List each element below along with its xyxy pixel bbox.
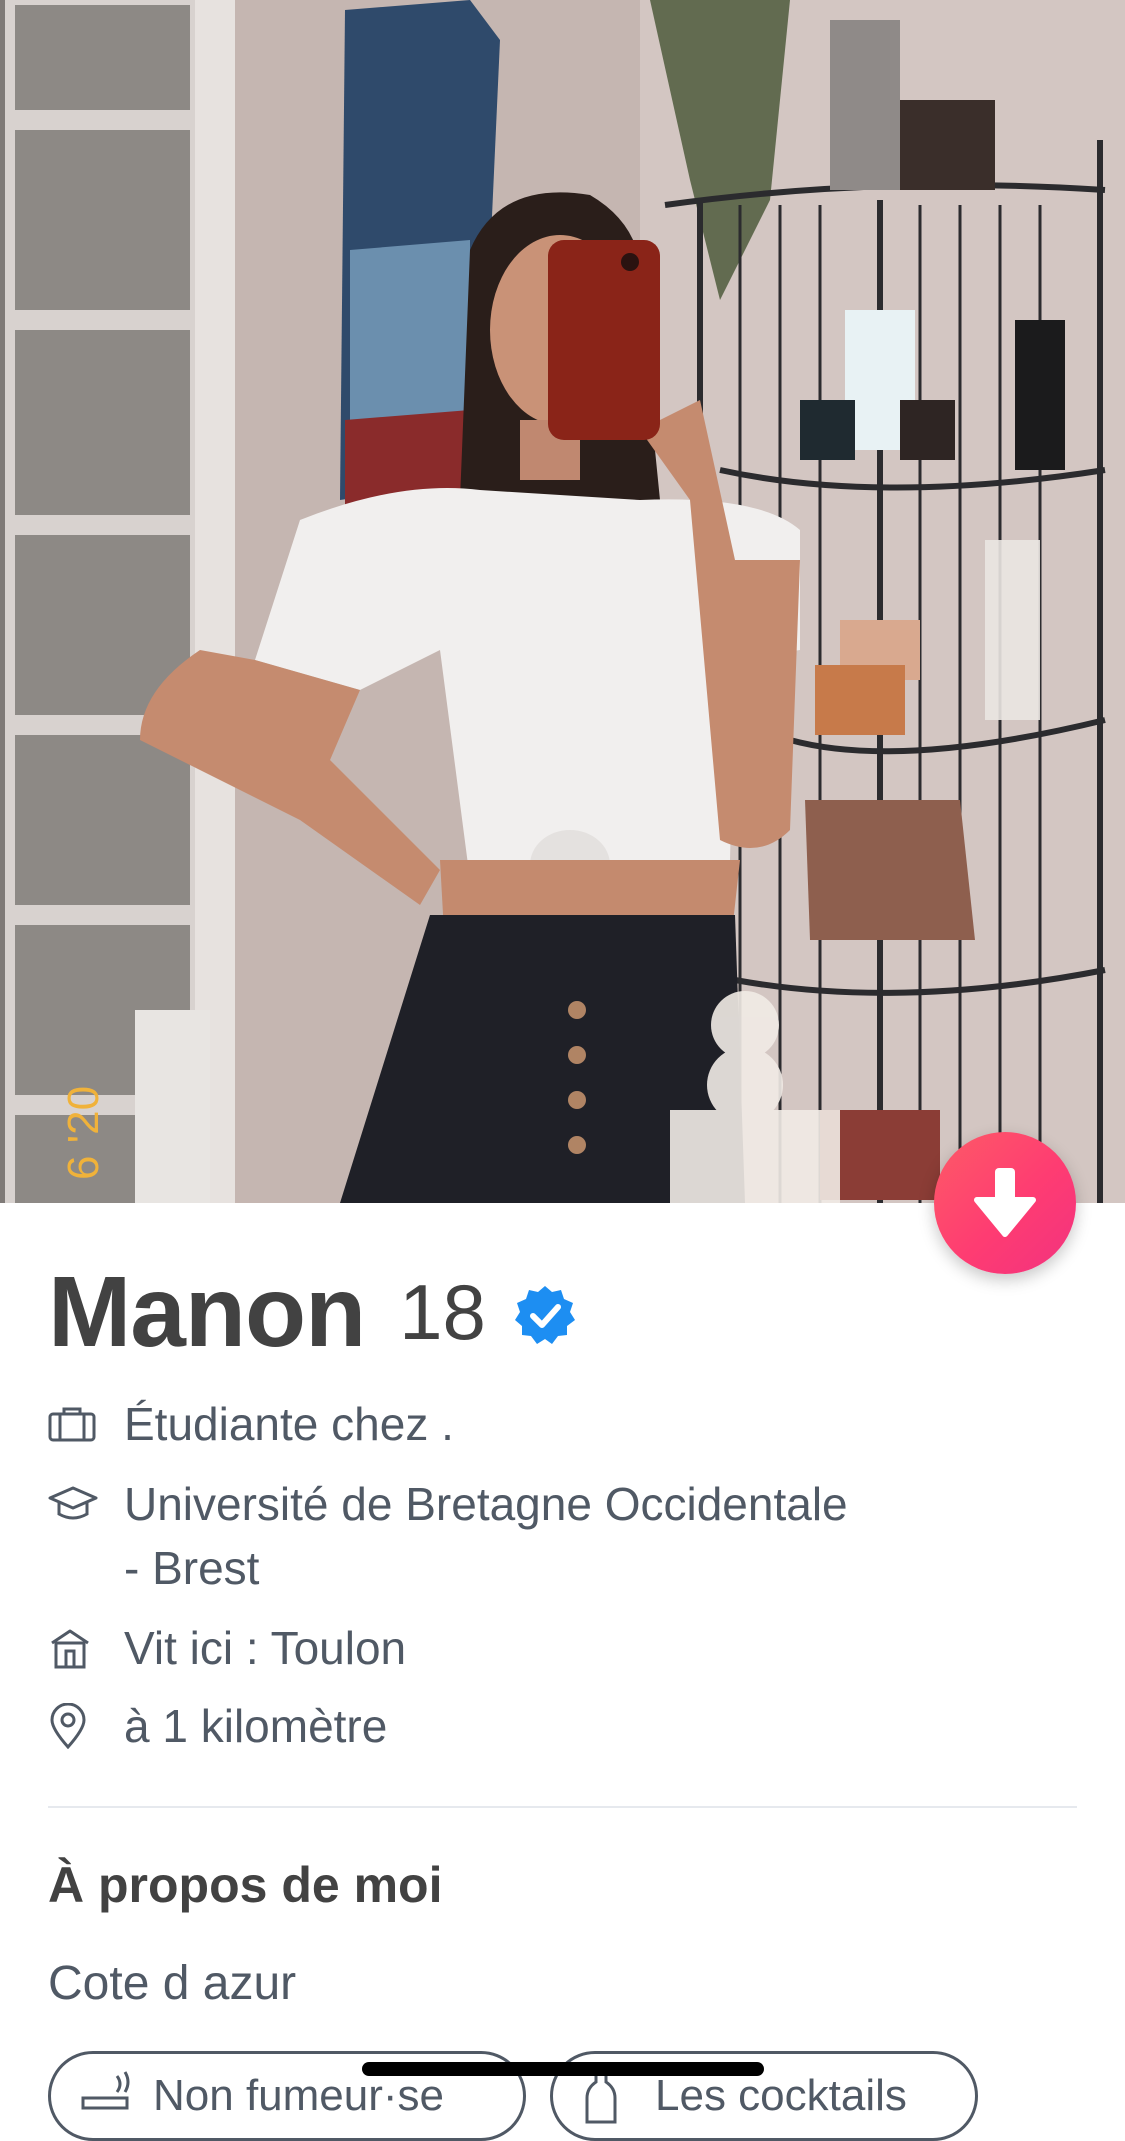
briefcase-icon: [48, 1392, 108, 1456]
job-row: Étudiante chez .: [48, 1392, 1024, 1456]
school-text: Université de Bretagne Occidentale - Bre…: [124, 1472, 1024, 1600]
about-title: À propos de moi: [48, 1857, 443, 1913]
lives-text: Vit ici : Toulon: [124, 1622, 407, 1674]
house-icon: [48, 1616, 108, 1680]
photo-date-stamp: 6 '20: [59, 1086, 108, 1180]
distance-row: à 1 kilomètre: [48, 1694, 1024, 1758]
smoking-icon: [79, 2066, 139, 2126]
lives-row: Vit ici : Toulon: [48, 1616, 1024, 1680]
interest-label: Non fumeur·se: [153, 2071, 445, 2120]
graduation-cap-icon: [48, 1472, 108, 1536]
profile-age: 18: [399, 1267, 486, 1356]
location-pin-icon: [48, 1694, 108, 1758]
verified-badge-icon: [514, 1286, 575, 1344]
job-text: Étudiante chez .: [124, 1398, 454, 1450]
school-row: Université de Bretagne Occidentale - Bre…: [48, 1472, 1024, 1600]
home-indicator[interactable]: [362, 2062, 764, 2076]
distance-text: à 1 kilomètre: [124, 1700, 388, 1752]
photo-illustration: 6 '20: [0, 0, 1125, 1203]
profile-photo[interactable]: 6 '20: [0, 0, 1125, 1203]
school-line-2: - Brest: [124, 1542, 260, 1594]
scroll-down-button[interactable]: [934, 1132, 1076, 1274]
profile-name: Manon: [48, 1255, 366, 1368]
school-line-1: Université de Bretagne Occidentale: [124, 1478, 848, 1530]
section-divider: [48, 1806, 1077, 1808]
interest-label: Les cocktails: [655, 2071, 907, 2120]
profile-header: Manon 18: [48, 1256, 576, 1368]
arrow-down-icon: [974, 1168, 1036, 1237]
about-text: Cote d azur: [48, 1957, 297, 2010]
